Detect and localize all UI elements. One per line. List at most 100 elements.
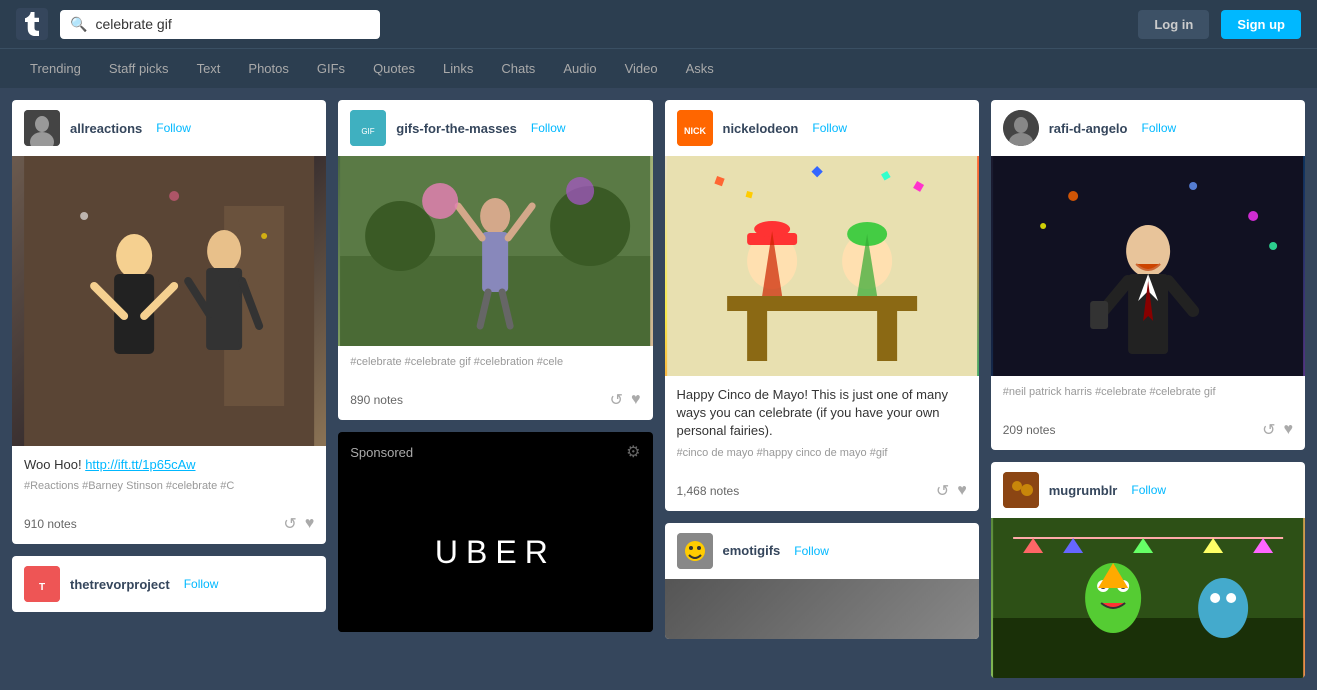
card-notes-1: 910 notes	[24, 517, 77, 531]
column-3: NICK nickelodeon Follow	[665, 100, 979, 639]
card-footer-3: 1,468 notes ↺ ♥	[665, 475, 979, 511]
gif-mugrum	[991, 518, 1305, 678]
card-body-2: #celebrate #celebrate gif #celebration #…	[338, 346, 652, 384]
nav-item-links[interactable]: Links	[429, 49, 487, 88]
reblog-icon-4[interactable]: ↺	[1262, 420, 1275, 440]
search-icon: 🔍	[70, 16, 87, 33]
card-footer-2: 890 notes ↺ ♥	[338, 384, 652, 420]
gif-nickelodeon	[665, 156, 979, 376]
follow-trevor[interactable]: Follow	[184, 577, 219, 591]
follow-rafi[interactable]: Follow	[1141, 121, 1176, 135]
signup-button[interactable]: Sign up	[1221, 10, 1301, 39]
login-button[interactable]: Log in	[1138, 10, 1209, 39]
nav-item-gifs[interactable]: GIFs	[303, 49, 359, 88]
card-header-3: NICK nickelodeon Follow	[665, 100, 979, 156]
card-mugrumblr: mugrumblr Follow	[991, 462, 1305, 678]
card-emotigifs: emotigifs Follow	[665, 523, 979, 639]
search-box: 🔍	[60, 10, 380, 39]
card-gifs-masses: GIF gifs-for-the-masses Follow	[338, 100, 652, 420]
sponsored-card: Sponsored ⚙ UBER	[338, 432, 652, 632]
card-allreactions: allreactions Follow	[12, 100, 326, 544]
nav-item-asks[interactable]: Asks	[672, 49, 728, 88]
card-body-3: Happy Cinco de Mayo! This is just one of…	[665, 376, 979, 475]
avatar-gifs: GIF	[350, 110, 386, 146]
card-notes-2: 890 notes	[350, 393, 403, 407]
sponsored-settings-icon[interactable]: ⚙	[626, 442, 640, 462]
nav-item-chats[interactable]: Chats	[487, 49, 549, 88]
card-notes-3: 1,468 notes	[677, 484, 740, 498]
username-nick[interactable]: nickelodeon	[723, 121, 799, 136]
nav-item-text[interactable]: Text	[183, 49, 235, 88]
card-tags-1: #Reactions #Barney Stinson #celebrate #C	[24, 480, 314, 492]
card-thetrevorproject: T thetrevorproject Follow	[12, 556, 326, 612]
card-actions-4: ↺ ♥	[1262, 420, 1293, 440]
svg-text:GIF: GIF	[362, 127, 375, 136]
avatar-rafi	[1003, 110, 1039, 146]
svg-text:NICK: NICK	[684, 126, 706, 136]
card-header-4: rafi-d-angelo Follow	[991, 100, 1305, 156]
nav-item-quotes[interactable]: Quotes	[359, 49, 429, 88]
follow-gifs[interactable]: Follow	[531, 121, 566, 135]
card-text-3: Happy Cinco de Mayo! This is just one of…	[677, 386, 967, 441]
sponsored-header: Sponsored ⚙	[338, 432, 652, 472]
card-footer-1: 910 notes ↺ ♥	[12, 508, 326, 544]
nav-item-video[interactable]: Video	[611, 49, 672, 88]
gif-masses	[338, 156, 652, 346]
avatar-mugrum	[1003, 472, 1039, 508]
tumblr-logo[interactable]	[16, 8, 48, 40]
nav-item-trending[interactable]: Trending	[16, 49, 95, 88]
username-gifs[interactable]: gifs-for-the-masses	[396, 121, 517, 136]
follow-mugrum[interactable]: Follow	[1131, 483, 1166, 497]
card-text-1: Woo Hoo! http://ift.tt/1p65cAw	[24, 456, 314, 474]
uber-logo: UBER	[435, 534, 556, 571]
card-nickelodeon: NICK nickelodeon Follow	[665, 100, 979, 511]
reblog-icon-3[interactable]: ↺	[936, 481, 949, 501]
follow-allreactions[interactable]: Follow	[156, 121, 191, 135]
card-tags-3: #cinco de mayo #happy cinco de mayo #gif	[677, 447, 967, 459]
follow-emotigifs[interactable]: Follow	[794, 544, 829, 558]
card-link-1[interactable]: http://ift.tt/1p65cAw	[85, 457, 195, 472]
card-header-3b: emotigifs Follow	[665, 523, 979, 579]
header: 🔍 Log in Sign up	[0, 0, 1317, 48]
like-icon-2[interactable]: ♥	[631, 391, 641, 409]
nav-item-audio[interactable]: Audio	[549, 49, 610, 88]
sponsored-label: Sponsored	[350, 445, 413, 460]
like-icon-3[interactable]: ♥	[957, 482, 967, 500]
follow-nick[interactable]: Follow	[812, 121, 847, 135]
nav-item-staff-picks[interactable]: Staff picks	[95, 49, 183, 88]
search-input[interactable]	[95, 16, 370, 32]
avatar-emotigifs	[677, 533, 713, 569]
avatar-trevor: T	[24, 566, 60, 602]
like-icon-1[interactable]: ♥	[305, 515, 315, 533]
username-emotigifs[interactable]: emotigifs	[723, 543, 781, 558]
username-trevor[interactable]: thetrevorproject	[70, 577, 170, 592]
nav-item-photos[interactable]: Photos	[234, 49, 302, 88]
card-header-1: allreactions Follow	[12, 100, 326, 156]
card-actions-2: ↺ ♥	[610, 390, 641, 410]
avatar-nick: NICK	[677, 110, 713, 146]
card-body-1: Woo Hoo! http://ift.tt/1p65cAw #Reaction…	[12, 446, 326, 508]
card-header-4b: mugrumblr Follow	[991, 462, 1305, 518]
card-tags-4: #neil patrick harris #celebrate #celebra…	[1003, 386, 1293, 398]
gif-emotigifs-preview	[665, 579, 979, 639]
column-2: GIF gifs-for-the-masses Follow	[338, 100, 652, 632]
card-header-2: GIF gifs-for-the-masses Follow	[338, 100, 652, 156]
svg-text:T: T	[39, 582, 45, 593]
nav-bar: Trending Staff picks Text Photos GIFs Qu…	[0, 48, 1317, 88]
column-1: allreactions Follow	[12, 100, 326, 612]
username-mugrum[interactable]: mugrumblr	[1049, 483, 1118, 498]
username-rafi[interactable]: rafi-d-angelo	[1049, 121, 1128, 136]
reblog-icon-2[interactable]: ↺	[610, 390, 623, 410]
reblog-icon-1[interactable]: ↺	[283, 514, 296, 534]
card-tags-2: #celebrate #celebrate gif #celebration #…	[350, 356, 640, 368]
sponsored-body: UBER	[338, 472, 652, 632]
username-allreactions[interactable]: allreactions	[70, 121, 142, 136]
card-actions-3: ↺ ♥	[936, 481, 967, 501]
card-actions-1: ↺ ♥	[283, 514, 314, 534]
gif-allreactions	[12, 156, 326, 446]
gif-rafi	[991, 156, 1305, 376]
card-rafi: rafi-d-angelo Follow	[991, 100, 1305, 450]
like-icon-4[interactable]: ♥	[1284, 421, 1294, 439]
card-body-4: #neil patrick harris #celebrate #celebra…	[991, 376, 1305, 414]
column-4: rafi-d-angelo Follow	[991, 100, 1305, 678]
